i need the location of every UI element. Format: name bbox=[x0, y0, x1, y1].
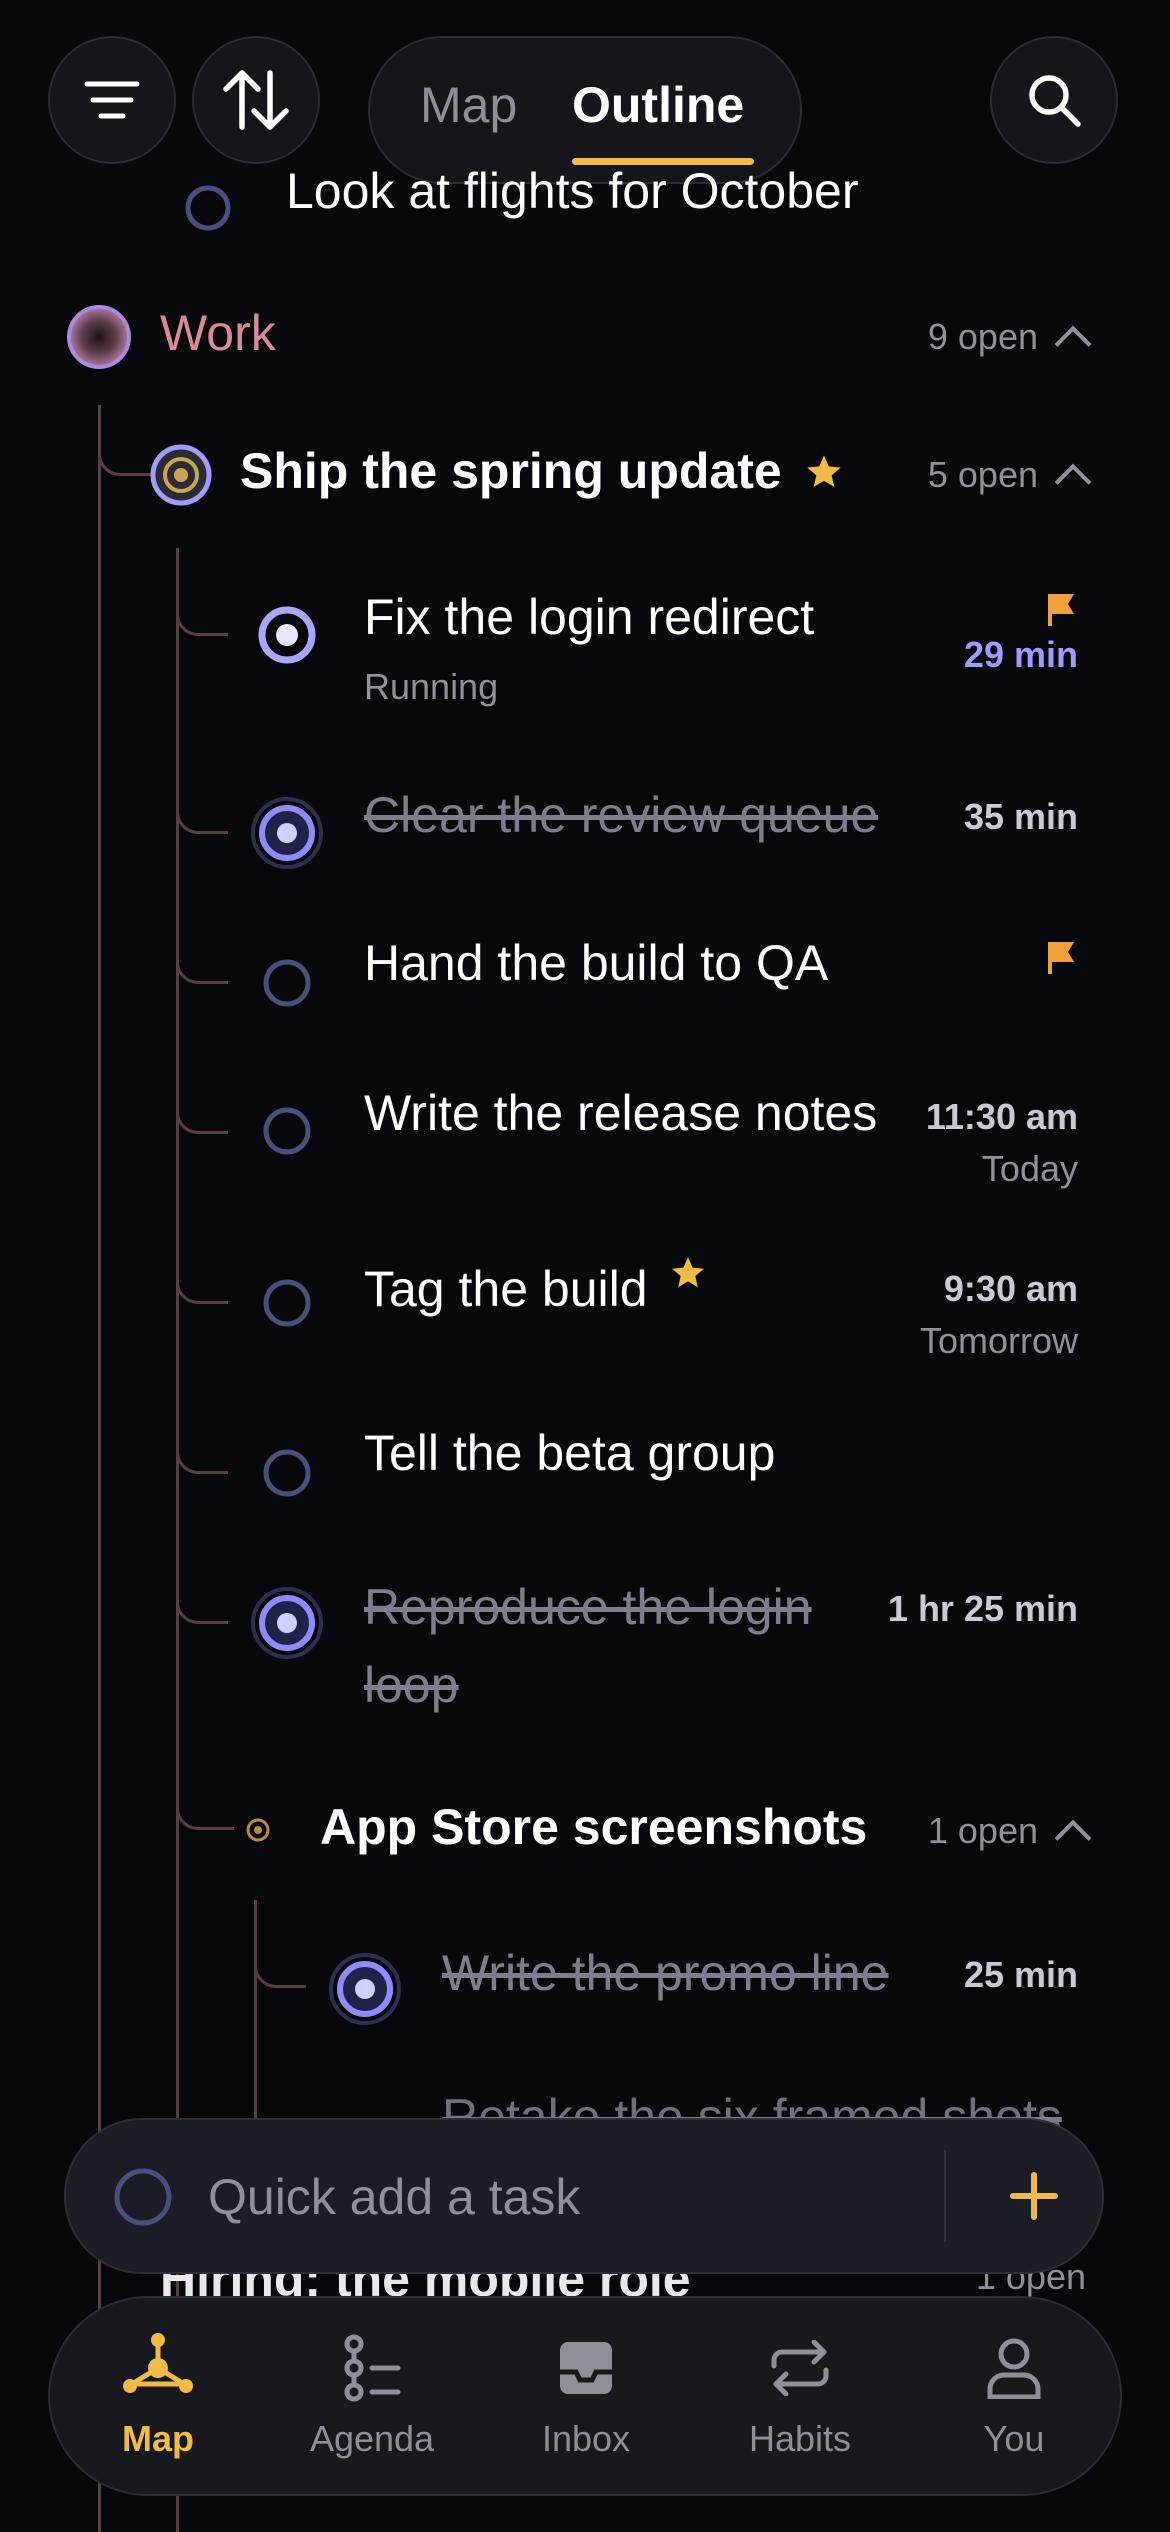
task-title[interactable]: Tag the build bbox=[364, 1261, 648, 1317]
task-title[interactable]: Hand the build to QA bbox=[364, 934, 828, 992]
task-title[interactable]: Look at flights for October bbox=[286, 162, 859, 220]
project-open-count[interactable]: 5 open bbox=[928, 454, 1092, 501]
tab-agenda[interactable]: Agenda bbox=[272, 2298, 472, 2498]
search-icon bbox=[1026, 72, 1082, 128]
flag-icon bbox=[1046, 940, 1078, 974]
task-title[interactable]: Write the promo line bbox=[442, 1944, 888, 2002]
sort-button[interactable] bbox=[192, 36, 320, 164]
running-task-indicator[interactable] bbox=[256, 604, 318, 666]
tree-connector bbox=[176, 1385, 228, 1474]
tab-outline-view[interactable]: Outline bbox=[572, 76, 744, 134]
task-timer: 29 min bbox=[963, 634, 1078, 675]
tree-connector bbox=[176, 1532, 228, 1624]
task-checkbox[interactable] bbox=[262, 958, 312, 1008]
subproject-icon[interactable] bbox=[244, 1816, 272, 1844]
agenda-icon bbox=[340, 2330, 404, 2406]
task-checkbox[interactable] bbox=[262, 1448, 312, 1498]
tab-label: You bbox=[983, 2418, 1045, 2459]
task-checkbox[interactable] bbox=[262, 1278, 312, 1328]
tab-label: Map bbox=[122, 2418, 194, 2459]
tree-connector bbox=[176, 1040, 228, 1134]
tree-connector bbox=[176, 548, 228, 636]
task-due-day: Tomorrow bbox=[919, 1320, 1078, 1361]
tab-label: Agenda bbox=[309, 2418, 435, 2459]
subproject-open-count[interactable]: 1 open bbox=[928, 1810, 1092, 1857]
plus-icon bbox=[1010, 2172, 1058, 2220]
task-duration: 35 min bbox=[963, 796, 1078, 837]
star-icon bbox=[672, 1257, 705, 1288]
task-checkbox[interactable] bbox=[262, 1106, 312, 1156]
task-title[interactable]: Write the release notes bbox=[364, 1084, 877, 1142]
project-icon[interactable] bbox=[148, 442, 214, 508]
task-duration: 25 min bbox=[963, 1954, 1078, 1995]
divider bbox=[944, 2150, 946, 2242]
habits-repeat-icon bbox=[768, 2330, 832, 2406]
quick-add-bar: Quick add a task bbox=[64, 2118, 1104, 2274]
task-title[interactable]: Fix the login redirect bbox=[364, 588, 814, 646]
task-status: Running bbox=[364, 666, 499, 707]
bottom-tab-bar: Map Agenda Inbox Habits You bbox=[48, 2296, 1122, 2496]
map-network-icon bbox=[120, 2330, 196, 2406]
task-title[interactable]: Tell the beta group bbox=[364, 1424, 775, 1482]
tab-inbox[interactable]: Inbox bbox=[486, 2298, 686, 2498]
tab-map-view[interactable]: Map bbox=[420, 76, 517, 134]
tree-connector bbox=[176, 892, 228, 984]
task-due-time: 11:30 am bbox=[925, 1096, 1078, 1137]
tree-connector bbox=[176, 745, 228, 834]
tree-connector bbox=[98, 405, 152, 476]
flag-icon bbox=[1046, 592, 1078, 626]
person-icon bbox=[986, 2330, 1042, 2406]
task-checkbox[interactable] bbox=[184, 184, 232, 232]
project-title[interactable]: Ship the spring update bbox=[240, 443, 782, 499]
subproject-title[interactable]: App Store screenshots bbox=[320, 1798, 867, 1856]
area-open-count[interactable]: 9 open bbox=[928, 316, 1092, 363]
task-done-checkbox[interactable] bbox=[328, 1952, 402, 2026]
inbox-icon bbox=[558, 2330, 614, 2406]
chevron-up-icon bbox=[1054, 325, 1092, 363]
tree-connector bbox=[176, 1210, 228, 1304]
task-due-day: Today bbox=[981, 1148, 1078, 1189]
tree-connector bbox=[254, 1900, 306, 1988]
tab-map[interactable]: Map bbox=[58, 2298, 258, 2498]
filter-icon bbox=[84, 80, 140, 120]
tree-connector bbox=[176, 1736, 234, 1830]
chevron-up-icon bbox=[1054, 463, 1092, 501]
filter-button[interactable] bbox=[48, 36, 176, 164]
star-icon bbox=[806, 455, 841, 487]
quick-add-input[interactable]: Quick add a task bbox=[208, 2168, 580, 2226]
task-title-line-2[interactable]: loop bbox=[364, 1656, 459, 1714]
tab-label: Inbox bbox=[541, 2418, 631, 2459]
task-done-checkbox[interactable] bbox=[250, 1586, 324, 1660]
task-duration: 1 hr 25 min bbox=[887, 1588, 1078, 1629]
task-due-time: 9:30 am bbox=[943, 1268, 1078, 1309]
task-title-line-1[interactable]: Reproduce the login bbox=[364, 1578, 812, 1636]
area-icon[interactable] bbox=[66, 304, 132, 370]
sort-icon bbox=[222, 69, 290, 131]
tab-label: Habits bbox=[748, 2418, 852, 2459]
tab-you[interactable]: You bbox=[914, 2298, 1114, 2498]
tab-habits[interactable]: Habits bbox=[700, 2298, 900, 2498]
chevron-up-icon bbox=[1054, 1819, 1092, 1857]
search-button[interactable] bbox=[990, 36, 1118, 164]
task-done-checkbox[interactable] bbox=[250, 796, 324, 870]
add-task-button[interactable] bbox=[986, 2146, 1082, 2246]
quick-add-checkbox bbox=[112, 2166, 174, 2228]
area-title[interactable]: Work bbox=[160, 304, 276, 362]
task-title[interactable]: Clear the review queue bbox=[364, 786, 878, 844]
